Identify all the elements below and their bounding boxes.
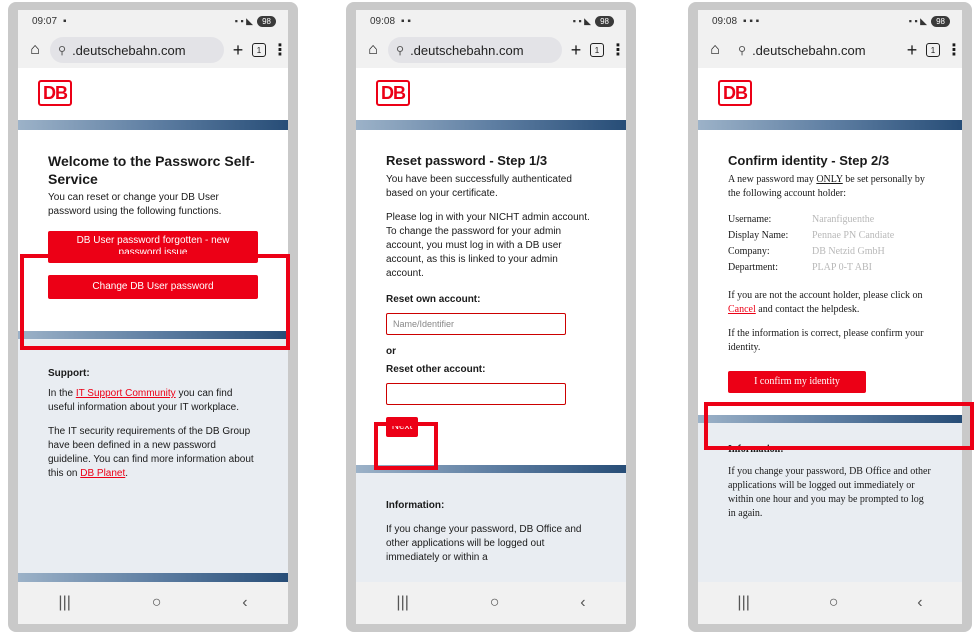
new-tab-icon[interactable]: +	[904, 40, 920, 61]
phone-screenshot-3: 09:08 ▪ ▪ ▪ ▪ ▪ ◣ 98 ⌂ ⚲ .deutschebahn.com …	[688, 2, 974, 632]
browser-toolbar: ⌂ ⚲ .deutschebahn.com + 1 ⋮	[356, 32, 626, 68]
detail-row: Username: Naranfiguenthe	[728, 214, 875, 225]
status-bar: 09:08 ▪ ▪ ▪ ▪ ◣ 98	[356, 10, 626, 32]
header-band	[356, 120, 626, 130]
confirm-text: If the information is correct, please co…	[728, 328, 924, 353]
status-bar: 09:07 ▪ ▪ ▪ ◣ 98	[18, 10, 288, 32]
status-bar: 09:08 ▪ ▪ ▪ ▪ ▪ ◣ 98	[698, 10, 962, 32]
own-account-input[interactable]: Name/Identifier	[386, 313, 566, 335]
header-band	[698, 120, 962, 130]
it-support-link[interactable]: IT Support Community	[76, 388, 176, 399]
back-icon[interactable]: ‹	[580, 594, 585, 612]
confirm-identity-button[interactable]: I confirm my identity	[728, 371, 866, 393]
url-text: .deutschebahn.com	[410, 42, 524, 58]
auth-paragraph: You have been successfully authenticated…	[386, 174, 572, 199]
recents-icon[interactable]: |||	[737, 594, 749, 612]
address-bar[interactable]: ⚲ .deutschebahn.com	[730, 37, 898, 63]
site-header: DB	[698, 68, 962, 120]
only-emphasis: ONLY	[816, 174, 843, 185]
tab-switcher-icon[interactable]: 1	[590, 43, 604, 57]
signal-icon: ▪ ▪ ◣	[572, 15, 592, 26]
highlight-box	[704, 402, 974, 450]
support-paragraph-1: In the IT Support Community you can find…	[48, 388, 240, 413]
url-text: .deutschebahn.com	[752, 42, 866, 58]
home-icon[interactable]: ⌂	[364, 41, 382, 59]
address-bar[interactable]: ⚲ .deutschebahn.com	[388, 37, 562, 63]
back-icon[interactable]: ‹	[917, 594, 922, 612]
battery-indicator: 98	[595, 15, 614, 27]
clock: 09:08	[370, 15, 396, 27]
site-settings-icon[interactable]: ⚲	[396, 44, 404, 57]
url-text: .deutschebahn.com	[72, 42, 186, 58]
support-paragraph-2: The IT security requirements of the DB G…	[48, 426, 254, 479]
support-panel: Support: In the IT Support Community you…	[18, 339, 288, 573]
overflow-menu-icon[interactable]: ⋮	[272, 40, 288, 60]
signal-icon: ▪ ▪ ◣	[234, 15, 254, 26]
tab-switcher-icon[interactable]: 1	[926, 43, 940, 57]
tab-switcher-icon[interactable]: 1	[252, 43, 266, 57]
recents-icon[interactable]: |||	[58, 594, 70, 612]
site-settings-icon[interactable]: ⚲	[738, 44, 746, 57]
highlight-box	[20, 254, 290, 350]
support-title: Support:	[48, 368, 90, 379]
address-bar[interactable]: ⚲ .deutschebahn.com	[50, 37, 224, 63]
notification-icon: ▪ ▪	[401, 15, 411, 27]
or-separator: or	[386, 346, 396, 357]
db-planet-link[interactable]: DB Planet	[80, 468, 125, 479]
site-header: DB	[18, 68, 288, 120]
db-logo[interactable]: DB	[38, 80, 72, 106]
db-logo[interactable]: DB	[376, 80, 410, 106]
new-tab-icon[interactable]: +	[568, 40, 584, 61]
page-title: Welcome to the Passworc Self-Service	[48, 153, 255, 187]
browser-toolbar: ⌂ ⚲ .deutschebahn.com + 1 ⋮	[698, 32, 962, 68]
intro-text: A new password may ONLY be set personall…	[728, 174, 925, 199]
back-icon[interactable]: ‹	[242, 594, 247, 612]
browser-screen: 09:08 ▪ ▪ ▪ ▪ ▪ ◣ 98 ⌂ ⚲ .deutschebahn.com …	[698, 10, 962, 624]
header-band	[18, 120, 288, 130]
highlight-box	[374, 422, 438, 470]
notification-icon: ▪	[63, 15, 67, 27]
home-nav-icon[interactable]: ○	[829, 594, 839, 612]
site-settings-icon[interactable]: ⚲	[58, 44, 66, 57]
clock: 09:08	[712, 15, 738, 27]
phone-screenshot-2: 09:08 ▪ ▪ ▪ ▪ ◣ 98 ⌂ ⚲ .deutschebahn.com + …	[346, 2, 636, 632]
site-header: DB	[356, 68, 626, 120]
info-text: If you change your password, DB Office a…	[728, 466, 931, 519]
detail-row: Display Name: Pennae PN Candiate	[728, 230, 895, 241]
new-tab-icon[interactable]: +	[230, 40, 246, 61]
clock: 09:07	[32, 15, 58, 27]
overflow-menu-icon[interactable]: ⋮	[946, 40, 962, 60]
reset-other-label: Reset other account:	[386, 364, 486, 375]
detail-row: Company: DB Netzid GmbH	[728, 246, 885, 257]
page-title: Confirm identity - Step 2/3	[728, 153, 890, 168]
battery-indicator: 98	[257, 15, 276, 27]
db-logo[interactable]: DB	[718, 80, 752, 106]
recents-icon[interactable]: |||	[396, 594, 408, 612]
cancel-link[interactable]: Cancel	[728, 304, 756, 315]
browser-screen: 09:08 ▪ ▪ ▪ ▪ ◣ 98 ⌂ ⚲ .deutschebahn.com + …	[356, 10, 626, 624]
info-title: Information:	[386, 500, 445, 511]
phone-screenshot-1: 09:07 ▪ ▪ ▪ ◣ 98 ⌂ ⚲ .deutschebahn.com + 1 …	[8, 2, 298, 632]
intro-text: You can reset or change your DB User pas…	[48, 192, 222, 217]
login-paragraph: Please log in with your NICHT admin acco…	[386, 212, 590, 279]
info-text: If you change your password, DB Office a…	[386, 524, 582, 563]
home-nav-icon[interactable]: ○	[152, 594, 162, 612]
overflow-menu-icon[interactable]: ⋮	[610, 40, 626, 60]
battery-indicator: 98	[931, 15, 950, 27]
home-nav-icon[interactable]: ○	[490, 594, 500, 612]
home-icon[interactable]: ⌂	[26, 41, 44, 59]
signal-icon: ▪ ▪ ◣	[908, 15, 928, 26]
browser-toolbar: ⌂ ⚲ .deutschebahn.com + 1 ⋮	[18, 32, 288, 68]
detail-row: Department: PLAP 0-T ABI	[728, 262, 873, 273]
home-icon[interactable]: ⌂	[706, 41, 724, 59]
other-account-input[interactable]	[386, 383, 566, 405]
android-nav-bar: ||| ○ ‹	[356, 582, 626, 624]
page-title: Reset password - Step 1/3	[386, 153, 548, 168]
android-nav-bar: ||| ○ ‹	[698, 582, 962, 624]
reset-own-label: Reset own account:	[386, 294, 481, 305]
android-nav-bar: ||| ○ ‹	[18, 582, 288, 624]
account-details: Username: Naranfiguenthe Display Name: Pen…	[728, 213, 932, 275]
not-holder-text: If you are not the account holder, pleas…	[728, 290, 923, 315]
notification-icon: ▪ ▪ ▪	[743, 15, 760, 27]
